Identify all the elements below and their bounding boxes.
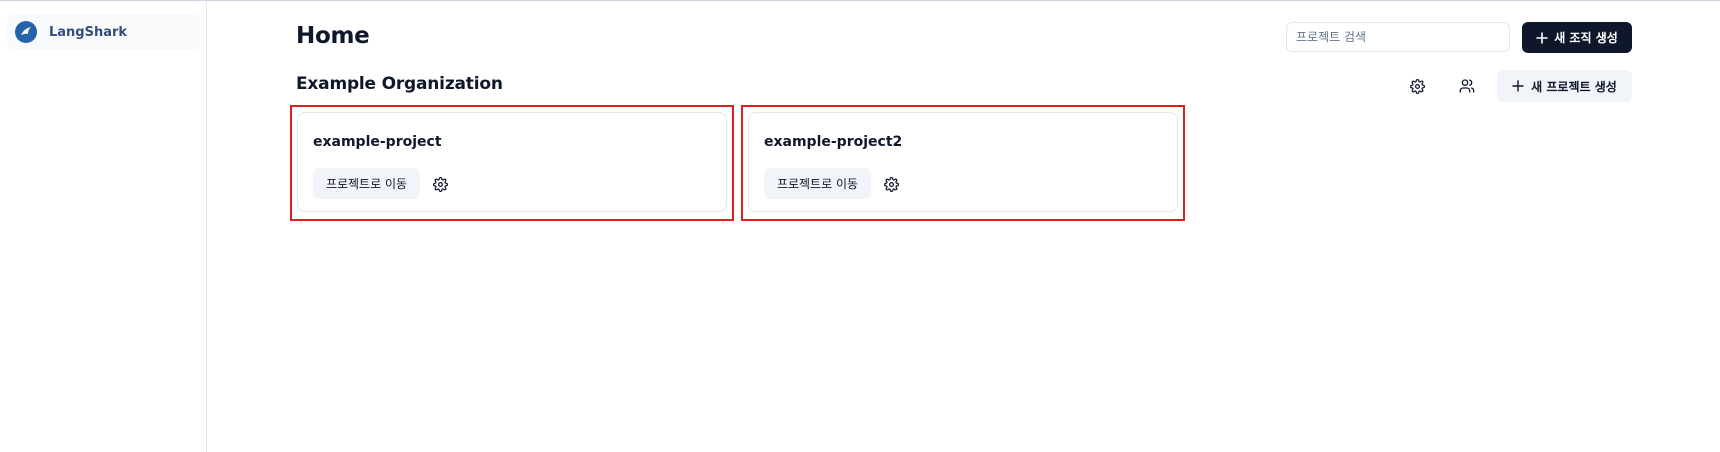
sidebar: LangShark [0,1,207,452]
plus-icon [1536,31,1549,44]
project-card: example-project2 프로젝트로 이동 [748,112,1178,212]
project-name: example-project [313,134,442,150]
project-settings-button[interactable] [426,170,454,198]
gear-icon [432,176,448,192]
organization-title: Example Organization [296,74,503,94]
project-card-highlight: example-project2 프로젝트로 이동 [741,105,1185,221]
users-icon [1459,78,1475,94]
project-card: example-project 프로젝트로 이동 [297,112,727,212]
organization-members-button[interactable] [1450,70,1484,102]
new-project-label: 새 프로젝트 생성 [1531,79,1617,94]
plus-icon [1512,80,1524,92]
new-project-button[interactable]: 새 프로젝트 생성 [1497,70,1632,102]
gear-icon [883,176,899,192]
project-card-highlight: example-project 프로젝트로 이동 [290,105,734,221]
organization-settings-button[interactable] [1400,70,1434,102]
new-organization-button[interactable]: 새 조직 생성 [1522,22,1632,53]
project-search-input[interactable] [1286,22,1510,52]
gear-icon [1409,78,1425,94]
project-settings-button[interactable] [877,170,905,198]
go-to-project-button[interactable]: 프로젝트로 이동 [313,168,420,199]
sidebar-brand-link[interactable]: LangShark [7,14,200,50]
main-content: Home 새 조직 생성 Example Organization [207,1,1720,452]
project-name: example-project2 [764,134,903,150]
brand-name: LangShark [49,24,128,40]
shark-logo-icon [15,21,37,43]
go-to-project-button[interactable]: 프로젝트로 이동 [764,168,871,199]
page-title: Home [296,23,370,49]
new-organization-label: 새 조직 생성 [1554,31,1618,45]
